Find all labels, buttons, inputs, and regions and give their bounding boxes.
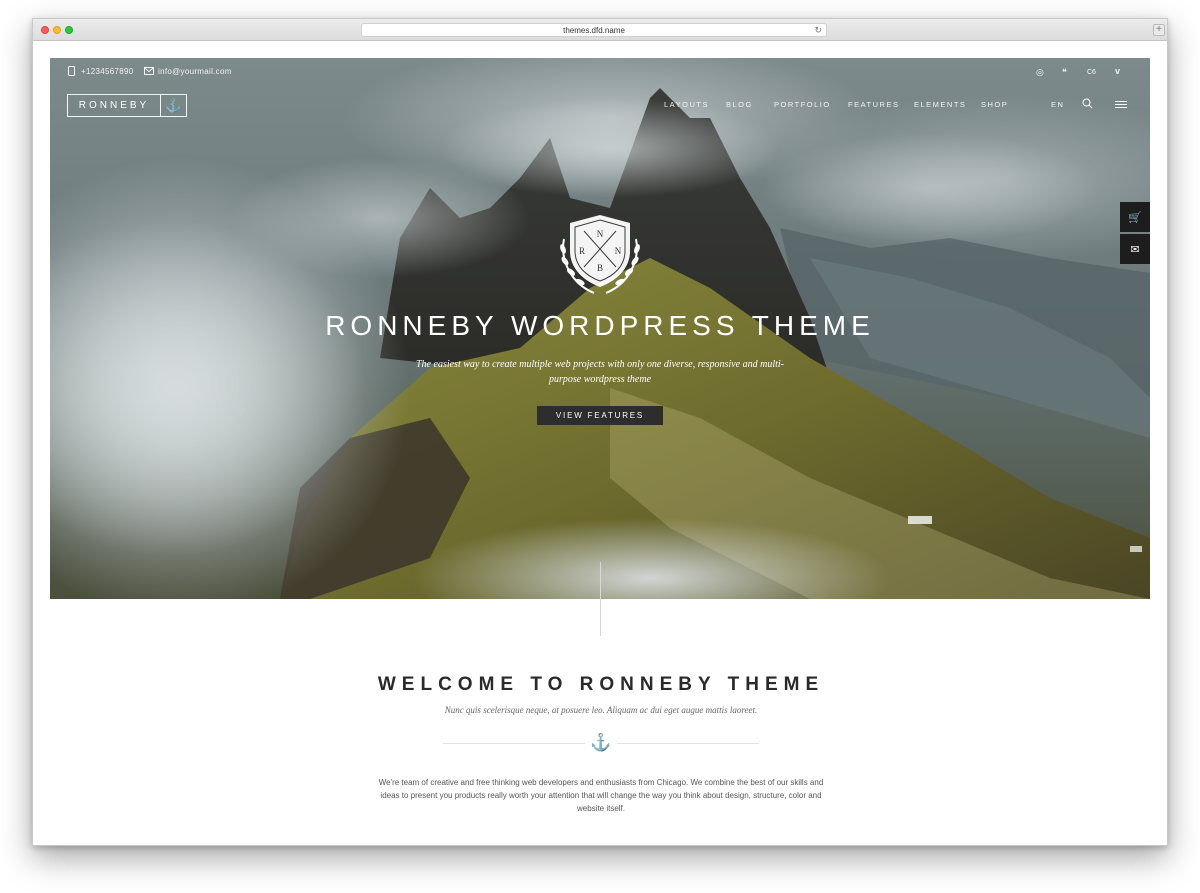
hero-section: +1234567890 info@yourmail.com ◎ ❝ C6 v R… [50, 58, 1150, 599]
browser-window: themes.dfd.name ↻ + +1234567890 info@you… [32, 18, 1168, 846]
welcome-title: WELCOME TO RONNEBY THEME [377, 674, 825, 695]
nav-item-elements[interactable]: ELEMENTS [914, 100, 966, 109]
divider-right [617, 743, 759, 744]
welcome-body-text: We're team of creative and free thinking… [378, 778, 824, 813]
browser-toolbar: themes.dfd.name ↻ + [33, 19, 1167, 41]
site-logo[interactable]: RONNEBY ⚓ [67, 94, 187, 117]
crest-letter-2: N [597, 229, 604, 239]
address-bar-url: themes.dfd.name [563, 26, 625, 35]
zoom-window-button[interactable] [65, 26, 73, 34]
divider-left [443, 743, 585, 744]
nav-item-shop[interactable]: SHOP [981, 100, 1008, 109]
reload-icon[interactable]: ↻ [814, 24, 822, 36]
cart-button[interactable]: 🛒 [1120, 202, 1150, 232]
nav-item-features[interactable]: FEATURES [848, 100, 899, 109]
contact-button[interactable]: ✉ [1120, 234, 1150, 264]
crest-letter-4: B [597, 263, 603, 273]
section-connector-line [600, 562, 601, 636]
crest-letter-1: R [579, 246, 585, 256]
hamburger-menu-icon[interactable] [1115, 101, 1127, 109]
email-address[interactable]: info@yourmail.com [158, 67, 232, 76]
minimize-window-button[interactable] [53, 26, 61, 34]
nav-item-portfolio[interactable]: PORTFOLIO [774, 100, 831, 109]
dribbble-icon[interactable]: ◎ [1036, 67, 1044, 77]
address-bar[interactable]: themes.dfd.name ↻ [361, 23, 827, 37]
language-selector[interactable]: EN [1051, 100, 1064, 109]
anchor-icon: ⚓ [160, 95, 186, 116]
search-icon[interactable] [1082, 98, 1093, 109]
cs-icon[interactable]: C6 [1087, 68, 1096, 78]
logo-text: RONNEBY [78, 100, 150, 111]
mail-icon [144, 67, 154, 75]
new-tab-button[interactable]: + [1153, 24, 1165, 36]
chat-icon[interactable]: ❝ [1062, 67, 1067, 77]
phone-number[interactable]: +1234567890 [81, 67, 133, 76]
crest-logo: R N N B [560, 215, 640, 294]
welcome-subtitle: Nunc quis scelerisque neque, at posuere … [444, 705, 758, 715]
nav-item-blog[interactable]: BLOG [726, 100, 753, 109]
close-window-button[interactable] [41, 26, 49, 34]
hero-subtitle: The easiest way to create multiple web p… [416, 359, 784, 385]
hero-title: RONNEBY WORDPRESS THEME [325, 310, 875, 341]
phone-icon [68, 66, 75, 76]
vimeo-icon[interactable]: v [1115, 66, 1120, 76]
view-features-button[interactable]: VIEW FEATURES [537, 406, 663, 425]
anchor-divider-icon: ⚓ [590, 733, 612, 752]
envelope-icon: ✉ [1130, 243, 1140, 256]
nav-item-layouts[interactable]: LAYOUTS [664, 100, 709, 109]
cart-icon: 🛒 [1128, 211, 1142, 224]
crest-letter-3: N [615, 246, 622, 256]
